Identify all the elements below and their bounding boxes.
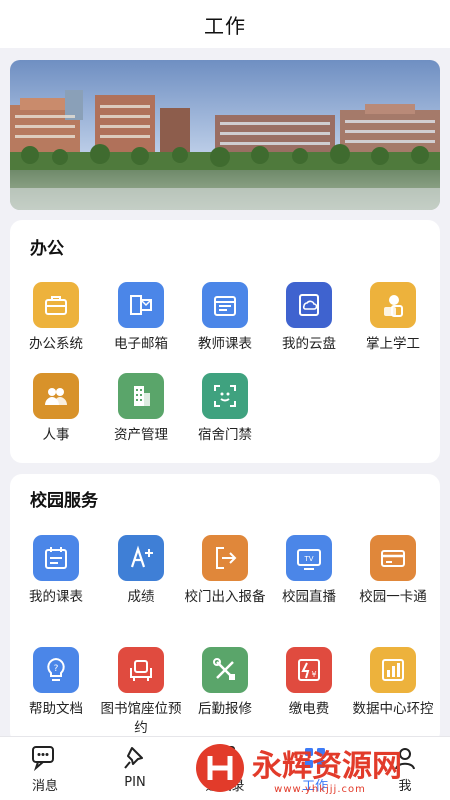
item-label: 校门出入报备 <box>184 589 266 605</box>
page-title: 工作 <box>204 13 246 38</box>
hr-item[interactable]: 人事 <box>13 373 99 445</box>
data-chart-icon <box>370 647 416 693</box>
watermark-logo: 永辉资源网 www.yhkjjj.com <box>190 738 440 798</box>
cloud-disk-icon <box>286 282 332 328</box>
message-icon <box>32 746 54 772</box>
email-item[interactable]: 电子邮箱 <box>98 282 184 354</box>
building-icon <box>118 373 164 419</box>
seat-icon <box>118 647 164 693</box>
teacher-schedule-item[interactable]: 教师课表 <box>182 282 268 354</box>
gate-report-item[interactable]: 校门出入报备 <box>182 535 268 607</box>
asset-management-item[interactable]: 资产管理 <box>98 373 184 445</box>
tv-icon: TV <box>286 535 332 581</box>
item-label: 电子邮箱 <box>114 336 168 352</box>
tab-label: PIN <box>124 775 146 790</box>
card-icon <box>370 535 416 581</box>
grade-icon <box>118 535 164 581</box>
repair-item[interactable]: 后勤报修 <box>182 647 268 719</box>
item-label: 人事 <box>42 427 70 443</box>
cloud-disk-item[interactable]: 我的云盘 <box>266 282 352 354</box>
svg-text:www.yhkjjj.com: www.yhkjjj.com <box>274 784 366 795</box>
item-label: 帮助文档 <box>29 701 83 717</box>
people-icon <box>33 373 79 419</box>
schedule-icon <box>202 282 248 328</box>
electricity-fee-icon: ¥ <box>286 647 332 693</box>
campus-services-section-card: 校园服务 我的课表 成绩 校门出入报备 TV 校园直播 校园一卡通 ? 帮助文档… <box>10 474 440 744</box>
item-label: 成绩 <box>127 589 155 605</box>
gate-exit-icon <box>202 535 248 581</box>
tab-pin[interactable]: PIN <box>90 737 180 800</box>
svg-text:¥: ¥ <box>311 670 316 679</box>
item-label: 宿舍门禁 <box>198 427 252 443</box>
item-label: 数据中心环控 <box>352 701 434 717</box>
pin-icon <box>124 747 143 769</box>
tab-label: 消息 <box>31 779 58 794</box>
item-label: 掌上学工 <box>366 336 420 352</box>
item-label: 校园直播 <box>282 589 336 605</box>
campus-banner-image[interactable] <box>10 60 440 210</box>
dorm-access-item[interactable]: 宿舍门禁 <box>182 373 268 445</box>
campus-card-item[interactable]: 校园一卡通 <box>350 535 436 607</box>
library-seat-item[interactable]: 图书馆座位预约 <box>98 647 184 738</box>
item-label: 缴电费 <box>288 701 330 717</box>
grades-item[interactable]: 成绩 <box>98 535 184 607</box>
item-label: 后勤报修 <box>198 701 252 717</box>
office-system-item[interactable]: 办公系统 <box>13 282 99 354</box>
office-section-card: 办公 办公系统 电子邮箱 教师课表 我的云盘 掌上学工 人事 资产管理 宿舍门禁 <box>10 220 440 463</box>
section-title-campus-services: 校园服务 <box>30 491 98 511</box>
item-label: 校园一卡通 <box>359 589 427 605</box>
item-label: 资产管理 <box>114 427 168 443</box>
header-bar: 工作 <box>0 0 450 48</box>
svg-text:?: ? <box>54 664 59 674</box>
tab-messages[interactable]: 消息 <box>0 737 90 800</box>
briefcase-icon <box>33 282 79 328</box>
item-label: 我的课表 <box>29 589 83 605</box>
section-title-office: 办公 <box>30 239 64 259</box>
my-schedule-item[interactable]: 我的课表 <box>13 535 99 607</box>
help-bulb-icon: ? <box>33 647 79 693</box>
item-label: 图书馆座位预约 <box>100 701 182 736</box>
face-scan-icon <box>202 373 248 419</box>
svg-text:永辉资源网: 永辉资源网 <box>252 749 402 784</box>
student-work-item[interactable]: 掌上学工 <box>350 282 436 354</box>
student-work-icon <box>370 282 416 328</box>
data-center-item[interactable]: 数据中心环控 <box>350 647 436 719</box>
repair-tools-icon <box>202 647 248 693</box>
item-label: 办公系统 <box>29 336 83 352</box>
help-docs-item[interactable]: ? 帮助文档 <box>13 647 99 719</box>
svg-text:TV: TV <box>303 555 313 563</box>
electricity-fee-item[interactable]: ¥ 缴电费 <box>266 647 352 719</box>
exchange-mail-icon <box>118 282 164 328</box>
item-label: 我的云盘 <box>282 336 336 352</box>
campus-live-item[interactable]: TV 校园直播 <box>266 535 352 607</box>
item-label: 教师课表 <box>198 336 252 352</box>
calendar-icon <box>33 535 79 581</box>
